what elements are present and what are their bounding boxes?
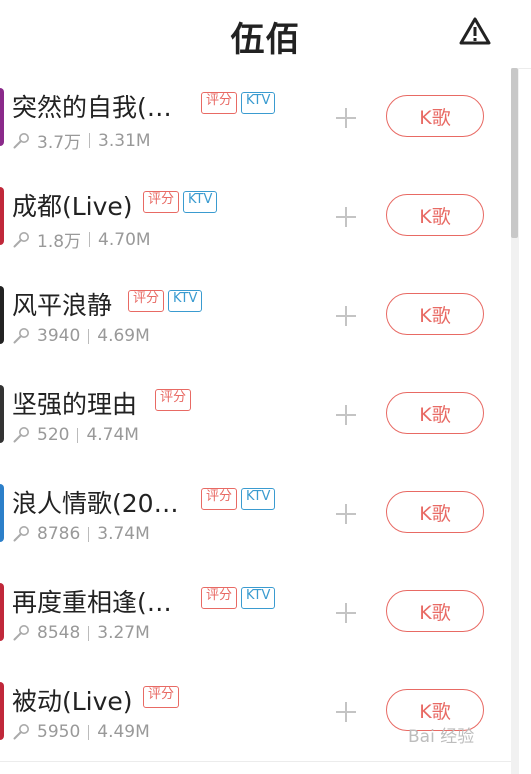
album-cover [0, 187, 4, 245]
song-tags: 评分 KTV [201, 488, 276, 510]
file-size: 3.27M [97, 623, 150, 643]
sing-count: 8786 [37, 524, 81, 544]
scrollbar-thumb[interactable] [511, 68, 518, 238]
song-tags: 评分 [155, 389, 192, 411]
add-plus-icon[interactable] [334, 601, 358, 625]
karaoke-button[interactable]: K歌 [386, 194, 484, 236]
microphone-icon [13, 328, 29, 344]
song-meta: 3.7万 3.31M [12, 128, 151, 153]
karaoke-button[interactable]: K歌 [386, 590, 484, 632]
sing-count: 3940 [37, 326, 81, 346]
sing-count: 3.7万 [37, 133, 82, 153]
karaoke-button[interactable]: K歌 [386, 491, 484, 533]
meta-divider [88, 724, 90, 740]
add-plus-icon[interactable] [334, 403, 358, 427]
album-cover [0, 682, 4, 740]
add-plus-icon[interactable] [334, 700, 358, 724]
score-tag: 评分 [201, 587, 238, 609]
ktv-tag: KTV [241, 488, 276, 510]
microphone-icon [13, 724, 29, 740]
ktv-tag: KTV [183, 191, 218, 213]
score-tag: 评分 [201, 92, 238, 114]
karaoke-button[interactable]: K歌 [386, 293, 484, 335]
song-title: 坚强的理由 [12, 390, 138, 419]
sing-count: 1.8万 [37, 232, 82, 252]
song-title: 风平浪静 [12, 291, 113, 320]
song-tags: 评分 KTV [143, 191, 218, 213]
file-size: 3.74M [97, 524, 150, 544]
sing-count: 5950 [37, 722, 81, 742]
file-size: 4.70M [98, 229, 151, 250]
song-tags: 评分 KTV [128, 290, 203, 312]
song-title: 突然的自我(… [12, 93, 172, 122]
page-title: 伍佰 [230, 20, 301, 60]
ktv-tag: KTV [241, 92, 276, 114]
song-row[interactable]: 再度重相逢(… 评分 KTV 8548 3.27M K歌 [0, 563, 511, 663]
file-size: 4.74M [86, 425, 139, 445]
song-meta: 8786 3.74M [12, 524, 150, 544]
song-meta: 520 4.74M [12, 425, 139, 445]
file-size: 4.69M [97, 326, 150, 346]
album-cover [0, 484, 4, 542]
song-title: 再度重相逢(… [12, 588, 172, 617]
score-tag: 评分 [128, 290, 165, 312]
song-row[interactable]: 被动(Live) 评分 5950 4.49M K歌 [0, 662, 511, 762]
add-plus-icon[interactable] [334, 304, 358, 328]
song-meta: 5950 4.49M [12, 722, 150, 742]
song-meta: 3940 4.69M [12, 326, 150, 346]
sing-count: 520 [37, 425, 70, 445]
score-tag: 评分 [201, 488, 238, 510]
meta-divider [89, 232, 91, 247]
album-cover [0, 583, 4, 641]
song-meta: 8548 3.27M [12, 623, 150, 643]
watermark: Bai 经验 [408, 727, 475, 747]
karaoke-button[interactable]: K歌 [386, 95, 484, 137]
song-tags: 评分 KTV [201, 587, 276, 609]
score-tag: 评分 [155, 389, 192, 411]
file-size: 3.31M [98, 130, 151, 151]
album-cover [0, 88, 4, 146]
album-cover [0, 385, 4, 443]
song-row[interactable]: 坚强的理由 评分 520 4.74M K歌 [0, 365, 511, 465]
song-title: 成都(Live) [12, 192, 133, 221]
song-tags: 评分 KTV [201, 92, 276, 114]
song-row[interactable]: 浪人情歌(20… 评分 KTV 8786 3.74M K歌 [0, 464, 511, 564]
add-plus-icon[interactable] [334, 106, 358, 130]
song-title: 被动(Live) [12, 687, 133, 716]
ktv-tag: KTV [168, 290, 203, 312]
file-size: 4.49M [97, 722, 150, 742]
song-row[interactable]: 成都(Live) 评分 KTV 1.8万 4.70M K歌 [0, 167, 511, 267]
meta-divider [88, 526, 90, 542]
song-meta: 1.8万 4.70M [12, 227, 151, 252]
song-row[interactable]: 风平浪静 评分 KTV 3940 4.69M K歌 [0, 266, 511, 366]
meta-divider [89, 133, 91, 148]
score-tag: 评分 [143, 191, 180, 213]
meta-divider [77, 427, 79, 443]
microphone-icon [13, 427, 29, 443]
microphone-icon [13, 132, 29, 148]
meta-divider [88, 328, 90, 344]
song-title: 浪人情歌(20… [12, 489, 179, 518]
song-tags: 评分 [143, 686, 180, 708]
add-plus-icon[interactable] [334, 205, 358, 229]
app-header: 伍佰 [0, 0, 531, 69]
sing-count: 8548 [37, 623, 81, 643]
warning-triangle-icon[interactable] [459, 16, 491, 46]
meta-divider [88, 625, 90, 641]
song-row[interactable]: 突然的自我(… 评分 KTV 3.7万 3.31M K歌 [0, 68, 511, 168]
album-cover [0, 286, 4, 344]
microphone-icon [13, 231, 29, 247]
microphone-icon [13, 526, 29, 542]
score-tag: 评分 [143, 686, 180, 708]
karaoke-button[interactable]: K歌 [386, 392, 484, 434]
microphone-icon [13, 625, 29, 641]
ktv-tag: KTV [241, 587, 276, 609]
add-plus-icon[interactable] [334, 502, 358, 526]
